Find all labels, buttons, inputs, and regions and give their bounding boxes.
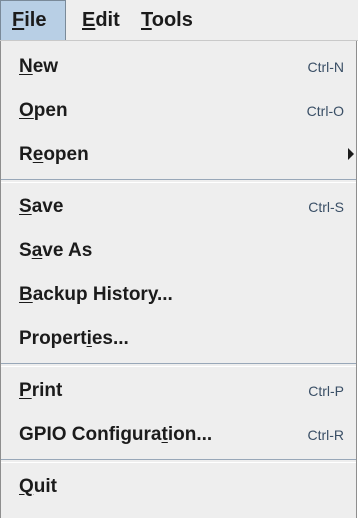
- menu-bar: File Edit Tools: [0, 0, 358, 41]
- menu-item-save-as[interactable]: Save As: [1, 229, 356, 273]
- menu-item-print-shortcut: Ctrl-P: [308, 383, 344, 399]
- menu-item-properties-label: Properties...: [19, 328, 129, 349]
- menu-item-gpio-configuration[interactable]: GPIO Configuration... Ctrl-R: [1, 413, 356, 457]
- menu-item-print-label: Print: [19, 380, 63, 401]
- menu-file-label: File: [12, 9, 47, 31]
- menu-item-reopen-label: Reopen: [19, 144, 89, 165]
- menu-item-gpio-configuration-shortcut: Ctrl-R: [307, 427, 344, 443]
- file-menu-dropdown: New Ctrl-N Open Ctrl-O Reopen Save Ctrl-…: [0, 41, 357, 518]
- submenu-arrow-icon: [348, 148, 354, 160]
- menu-file[interactable]: File: [0, 0, 66, 40]
- menu-item-new[interactable]: New Ctrl-N: [1, 45, 356, 89]
- menu-item-save-label: Save: [19, 196, 64, 217]
- menu-edit[interactable]: Edit: [82, 0, 120, 40]
- menu-item-print[interactable]: Print Ctrl-P: [1, 369, 356, 413]
- menu-item-reopen[interactable]: Reopen: [1, 133, 356, 177]
- application-window: File Edit Tools New Ctrl-N Open Ctrl-O R…: [0, 0, 358, 518]
- menu-tools-label: Tools: [141, 9, 193, 31]
- menu-separator: [1, 179, 356, 183]
- menu-separator: [1, 363, 356, 367]
- menu-item-save-as-label: Save As: [19, 240, 93, 261]
- menu-item-backup-history-label: Backup History...: [19, 284, 173, 305]
- menu-item-new-label: New: [19, 56, 59, 77]
- menu-item-properties[interactable]: Properties...: [1, 317, 356, 361]
- menu-item-save[interactable]: Save Ctrl-S: [1, 185, 356, 229]
- menu-item-open-shortcut: Ctrl-O: [306, 103, 344, 119]
- menu-item-quit-label: Quit: [19, 476, 57, 497]
- menu-edit-label: Edit: [82, 9, 120, 31]
- menu-item-quit[interactable]: Quit: [1, 465, 356, 509]
- menu-item-open-label: Open: [19, 100, 68, 121]
- menu-item-new-shortcut: Ctrl-N: [307, 59, 344, 75]
- menu-separator: [1, 459, 356, 463]
- menu-item-gpio-configuration-label: GPIO Configuration...: [19, 424, 213, 445]
- menu-tools[interactable]: Tools: [141, 0, 193, 40]
- menu-item-open[interactable]: Open Ctrl-O: [1, 89, 356, 133]
- menu-item-save-shortcut: Ctrl-S: [308, 199, 344, 215]
- menu-item-backup-history[interactable]: Backup History...: [1, 273, 356, 317]
